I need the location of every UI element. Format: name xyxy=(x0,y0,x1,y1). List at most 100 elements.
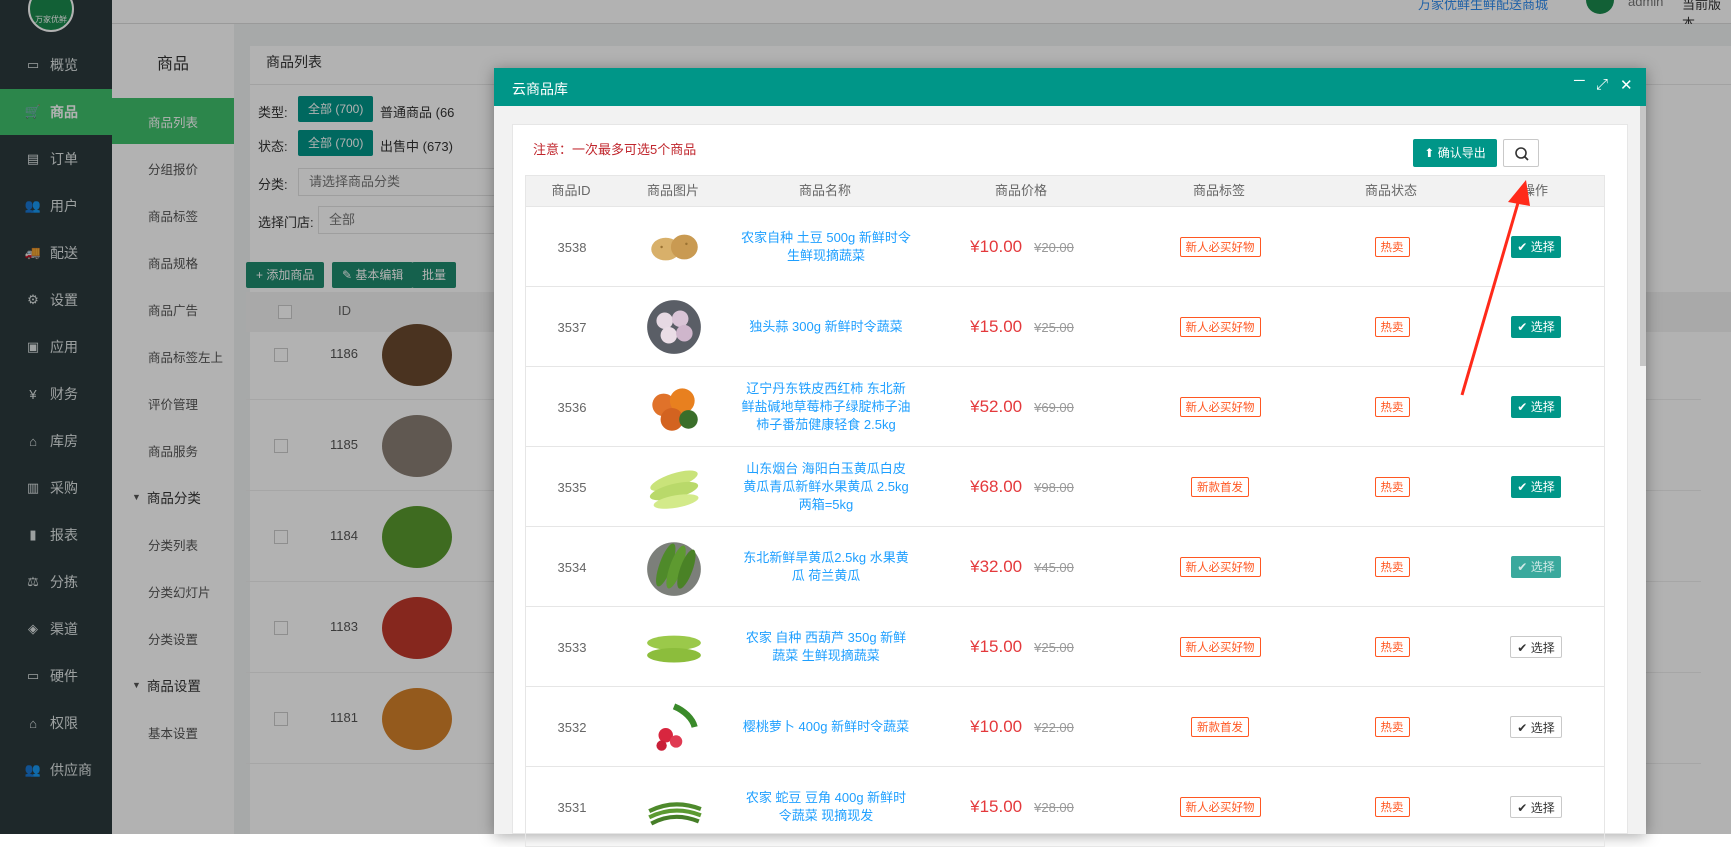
product-price: ¥10.00 xyxy=(970,237,1023,256)
product-photo xyxy=(647,300,701,354)
product-image xyxy=(618,687,730,767)
status-badge: 热卖 xyxy=(1374,237,1410,257)
select-label: 选择 xyxy=(1530,240,1555,254)
product-name-link[interactable]: 山东烟台 海阳白玉黄瓜白皮黄瓜青瓜新鲜水果黄瓜 2.5kg 两箱=5kg xyxy=(730,447,922,527)
table-row: 3537 独头蒜 300g 新鲜时令蔬菜 ¥15.00 ¥25.00 新人必买好物 热卖 ✔… xyxy=(525,287,1605,367)
product-name: 农家自种 土豆 500g 新鲜时令生鲜现摘蔬菜 xyxy=(741,230,911,263)
select-button[interactable]: ✔ 选择 xyxy=(1511,396,1561,418)
product-id: 3532 xyxy=(557,719,587,735)
select-label: 选择 xyxy=(1530,641,1555,655)
product-tag-cell: 新人必买好物 xyxy=(1122,607,1318,687)
product-photo xyxy=(649,470,699,509)
table-row: 3532 樱桃萝卜 400g 新鲜时令蔬菜 ¥10.00 ¥22.00 新款首发 热卖 ✔ … xyxy=(525,687,1605,767)
product-name-link[interactable]: 辽宁丹东铁皮西红柿 东北新鲜盐碱地草莓柿子绿腚柿子油柿子番茄健康轻食 2.5kg xyxy=(730,367,922,447)
status-badge: 热卖 xyxy=(1374,637,1410,657)
minimize-icon[interactable]: ─ xyxy=(1574,72,1585,89)
original-price: ¥22.00 xyxy=(1034,719,1074,735)
product-photo xyxy=(656,703,698,751)
action-cell: ✔ 选择 xyxy=(1466,607,1606,687)
product-photo xyxy=(647,542,701,596)
confirm-export-label: 确认导出 xyxy=(1437,146,1486,160)
table-row: 3535 山东烟台 海阳白玉黄瓜白皮黄瓜青瓜新鲜水果黄瓜 2.5kg 两箱=5kg… xyxy=(525,447,1605,527)
check-icon: ✔ xyxy=(1517,801,1531,815)
product-name: 辽宁丹东铁皮西红柿 东北新鲜盐碱地草莓柿子绿腚柿子油柿子番茄健康轻食 2.5kg xyxy=(741,381,911,432)
status-badge: 热卖 xyxy=(1374,477,1410,497)
product-price-cell: ¥15.00 ¥25.00 xyxy=(922,607,1122,687)
product-name-link[interactable]: 东北新鲜旱黄瓜2.5kg 水果黄瓜 荷兰黄瓜 xyxy=(730,527,922,607)
selection-notice: 注意：一次最多可选5个商品 xyxy=(533,142,697,157)
table-row: 3538 农家自种 土豆 500g 新鲜时令生鲜现摘蔬菜 ¥10.00 ¥20.00 新… xyxy=(525,207,1605,287)
product-tag: 新人必买好物 xyxy=(1179,637,1261,657)
product-name: 农家 自种 西葫芦 350g 新鲜蔬菜 生鲜现摘蔬菜 xyxy=(745,630,907,663)
product-name-link[interactable]: 樱桃萝卜 400g 新鲜时令蔬菜 xyxy=(730,687,922,767)
product-tag: 新款首发 xyxy=(1191,717,1249,737)
status-badge: 热卖 xyxy=(1374,397,1410,417)
product-price-cell: ¥10.00 ¥22.00 xyxy=(922,687,1122,767)
product-image xyxy=(618,767,730,847)
product-photo xyxy=(652,388,698,431)
product-tag: 新人必买好物 xyxy=(1179,317,1261,337)
action-cell: ✔ 选择 xyxy=(1466,767,1606,847)
select-button[interactable]: ✔ 选择 xyxy=(1511,556,1561,578)
product-name: 东北新鲜旱黄瓜2.5kg 水果黄瓜 荷兰黄瓜 xyxy=(743,550,909,583)
maximize-icon[interactable]: ⤢ xyxy=(1596,76,1608,93)
product-price: ¥32.00 xyxy=(970,557,1023,576)
product-name-link[interactable]: 农家 自种 西葫芦 350g 新鲜蔬菜 生鲜现摘蔬菜 xyxy=(730,607,922,687)
product-id: 3535 xyxy=(557,479,587,495)
product-name-link[interactable]: 独头蒜 300g 新鲜时令蔬菜 xyxy=(730,287,922,367)
product-tag-cell: 新人必买好物 xyxy=(1122,367,1318,447)
check-icon: ✔ xyxy=(1517,320,1531,334)
modal-header: 云商品库 ─ ⤢ ✕ xyxy=(494,68,1646,106)
confirm-export-button[interactable]: ⬆ 确认导出 xyxy=(1413,139,1497,167)
original-price: ¥25.00 xyxy=(1034,319,1074,335)
product-price-cell: ¥52.00 ¥69.00 xyxy=(922,367,1122,447)
product-price-cell: ¥15.00 ¥25.00 xyxy=(922,287,1122,367)
product-price: ¥10.00 xyxy=(970,717,1023,736)
check-icon: ✔ xyxy=(1517,480,1531,494)
check-icon: ✔ xyxy=(1517,400,1531,414)
select-button[interactable]: ✔ 选择 xyxy=(1510,796,1562,818)
product-status-cell: 热卖 xyxy=(1318,287,1466,367)
select-button[interactable]: ✔ 选择 xyxy=(1510,636,1562,658)
table-row: 3534 东北新鲜旱黄瓜2.5kg 水果黄瓜 荷兰黄瓜 ¥32.00 ¥45.00 新人… xyxy=(525,527,1605,607)
status-badge: 热卖 xyxy=(1374,797,1410,817)
check-icon: ✔ xyxy=(1517,240,1531,254)
product-status-cell: 热卖 xyxy=(1318,527,1466,607)
product-tag-cell: 新人必买好物 xyxy=(1122,527,1318,607)
close-icon[interactable]: ✕ xyxy=(1620,76,1633,94)
action-cell: ✔ 选择 xyxy=(1466,287,1606,367)
select-label: 选择 xyxy=(1530,320,1555,334)
select-button[interactable]: ✔ 选择 xyxy=(1511,316,1561,338)
select-label: 选择 xyxy=(1530,400,1555,414)
select-button[interactable]: ✔ 选择 xyxy=(1511,236,1561,258)
product-price: ¥52.00 xyxy=(970,397,1023,416)
col-product-id: 商品ID xyxy=(551,183,591,198)
product-image xyxy=(618,207,730,287)
modal-scrollbar[interactable] xyxy=(1640,106,1646,366)
select-button[interactable]: ✔ 选择 xyxy=(1511,476,1561,498)
col-product-image: 商品图片 xyxy=(646,183,699,198)
product-tag-cell: 新人必买好物 xyxy=(1122,207,1318,287)
table-row: 3531 农家 蛇豆 豆角 400g 新鲜时令蔬菜 现摘现发 ¥15.00 ¥28.0… xyxy=(525,767,1605,847)
action-cell: ✔ 选择 xyxy=(1466,527,1606,607)
action-cell: ✔ 选择 xyxy=(1466,207,1606,287)
product-name: 农家 蛇豆 豆角 400g 新鲜时令蔬菜 现摘现发 xyxy=(745,790,907,823)
search-button[interactable] xyxy=(1503,139,1539,167)
original-price: ¥98.00 xyxy=(1034,479,1074,495)
select-button[interactable]: ✔ 选择 xyxy=(1510,716,1562,738)
product-id: 3531 xyxy=(557,799,587,815)
product-tag-cell: 新人必买好物 xyxy=(1122,767,1318,847)
product-tag-cell: 新款首发 xyxy=(1122,687,1318,767)
original-price: ¥20.00 xyxy=(1034,239,1074,255)
product-status-cell: 热卖 xyxy=(1318,687,1466,767)
product-name-link[interactable]: 农家自种 土豆 500g 新鲜时令生鲜现摘蔬菜 xyxy=(730,207,922,287)
product-id: 3537 xyxy=(557,319,587,335)
product-tag-cell: 新款首发 xyxy=(1122,447,1318,527)
product-status-cell: 热卖 xyxy=(1318,207,1466,287)
product-name-link[interactable]: 农家 蛇豆 豆角 400g 新鲜时令蔬菜 现摘现发 xyxy=(730,767,922,847)
product-image xyxy=(618,447,730,527)
search-icon xyxy=(1515,147,1529,161)
check-icon: ✔ xyxy=(1517,560,1531,574)
product-price: ¥15.00 xyxy=(970,797,1023,816)
product-price-cell: ¥15.00 ¥28.00 xyxy=(922,767,1122,847)
